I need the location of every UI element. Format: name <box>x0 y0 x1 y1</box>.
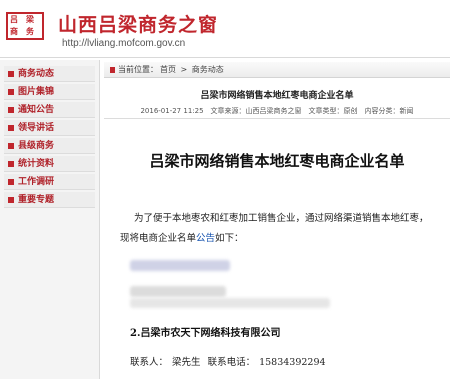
sidebar-item-special-topics[interactable]: 重要专题 <box>4 192 95 208</box>
contact-line: 联系人： 梁先生 联系电话： 15834392294 <box>130 354 330 368</box>
bullet-icon <box>8 143 14 149</box>
sidebar-item-label: 通知公告 <box>18 105 55 115</box>
company-name: 2.吕梁市农天下网络科技有限公司 <box>130 328 281 339</box>
redacted-text <box>130 286 226 297</box>
sidebar-item-business-news[interactable]: 商务动态 <box>4 66 95 82</box>
sidebar-item-label: 图片集锦 <box>18 87 55 97</box>
sidebar: 商务动态 图片集锦 通知公告 领导讲话 县级商务 统计资料 工作调研 重要专题 <box>0 60 100 379</box>
breadcrumb-home-link[interactable]: 首页 <box>160 65 176 74</box>
sidebar-item-work-research[interactable]: 工作调研 <box>4 174 95 190</box>
sidebar-item-leader-speeches[interactable]: 领导讲话 <box>4 120 95 136</box>
sidebar-item-label: 商务动态 <box>18 69 55 79</box>
main-content: 当前位置： 首页 > 商务动态 吕梁市网络销售本地红枣电商企业名单 2016-01… <box>104 60 450 379</box>
site-logo[interactable]: 吕 梁 商 务 <box>6 12 44 40</box>
bullet-icon <box>8 161 14 167</box>
site-url: http://lvliang.mofcom.gov.cn <box>62 38 186 49</box>
sidebar-item-label: 县级商务 <box>18 141 55 151</box>
sidebar-item-label: 工作调研 <box>18 177 55 187</box>
phone-number: 15834392294 <box>259 357 326 368</box>
article-paragraph: 现将电商企业名单公告如下： <box>120 230 446 244</box>
redacted-text <box>130 260 230 271</box>
breadcrumb-prefix: 当前位置： <box>118 65 158 74</box>
sidebar-item-label: 重要专题 <box>18 195 55 205</box>
sidebar-item-photo-gallery[interactable]: 图片集锦 <box>4 84 95 100</box>
breadcrumb-text: 当前位置： 首页 > 商务动态 <box>118 62 226 78</box>
paragraph-text: 如下： <box>215 233 244 244</box>
bullet-icon <box>8 197 14 203</box>
logo-char: 务 <box>26 26 34 36</box>
announcement-link[interactable]: 公告 <box>196 233 215 244</box>
logo-char: 商 <box>10 26 18 36</box>
contact-name: 梁先生 <box>172 357 201 368</box>
redacted-text <box>130 298 330 308</box>
article-meta: 2016-01-27 11:25 文章来源：山西吕梁商务之窗 文章类型：原创 内… <box>104 104 450 119</box>
article-title: 吕梁市网络销售本地红枣电商企业名单 <box>149 152 405 170</box>
location-icon <box>110 67 115 73</box>
article-paragraph: 为了便于本地枣农和红枣加工销售企业，通过网络渠道销售本地红枣， <box>134 213 429 224</box>
article-header-title: 吕梁市网络销售本地红枣电商企业名单 <box>200 91 354 101</box>
site-title[interactable]: 山西吕梁商务之窗 <box>58 10 218 37</box>
paragraph-text: 现将电商企业名单 <box>120 233 197 244</box>
bullet-icon <box>8 179 14 185</box>
contact-label: 联系人： <box>130 357 169 368</box>
bullet-icon <box>8 125 14 131</box>
breadcrumb-separator: > <box>180 65 188 74</box>
sidebar-item-label: 统计资料 <box>18 159 55 169</box>
sidebar-item-label: 领导讲话 <box>18 123 55 133</box>
bullet-icon <box>8 89 14 95</box>
phone-label: 联系电话： <box>207 357 256 368</box>
sidebar-nav: 商务动态 图片集锦 通知公告 领导讲话 县级商务 统计资料 工作调研 重要专题 <box>0 60 99 208</box>
logo-char: 梁 <box>26 14 34 24</box>
sidebar-item-county-business[interactable]: 县级商务 <box>4 138 95 154</box>
bullet-icon <box>8 71 14 77</box>
bullet-icon <box>8 107 14 113</box>
sidebar-item-statistics[interactable]: 统计资料 <box>4 156 95 172</box>
logo-char: 吕 <box>10 14 18 24</box>
breadcrumb: 当前位置： 首页 > 商务动态 <box>104 62 450 78</box>
site-header: 吕 梁 商 务 山西吕梁商务之窗 http://lvliang.mofcom.g… <box>0 0 450 58</box>
sidebar-item-notices[interactable]: 通知公告 <box>4 102 95 118</box>
breadcrumb-current-link[interactable]: 商务动态 <box>192 65 224 74</box>
